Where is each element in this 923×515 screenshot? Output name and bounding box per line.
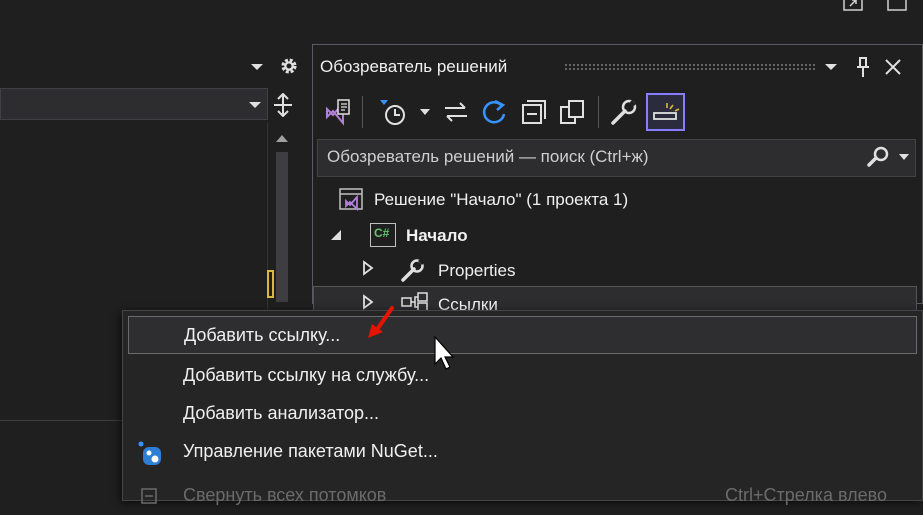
pending-changes-filter-button[interactable]	[376, 94, 408, 130]
close-window-icon[interactable]	[884, 0, 910, 14]
collapse-icon	[141, 488, 157, 504]
menu-item-add-analyzer[interactable]: Добавить анализатор...	[128, 395, 917, 433]
toolbar-separator	[362, 96, 363, 128]
filter-dropdown-chevron-icon[interactable]	[419, 107, 431, 117]
solution-icon	[339, 188, 363, 212]
project-badge: C#	[374, 226, 390, 240]
expanded-triangle-icon[interactable]	[329, 229, 343, 241]
pin-icon[interactable]	[854, 56, 872, 78]
scrollbar-marker	[267, 270, 274, 298]
collapse-all-button[interactable]	[518, 94, 550, 130]
solution-label: Решение "Начало" (1 проекта 1)	[374, 190, 629, 209]
panel-menu-chevron-icon[interactable]	[823, 60, 839, 74]
chevron-down-icon[interactable]	[248, 100, 262, 110]
search-placeholder: Обозреватель решений — поиск (Ctrl+ж)	[327, 147, 649, 166]
menu-item-add-reference[interactable]: Добавить ссылку...	[128, 316, 917, 354]
panel-title: Обозреватель решений	[320, 57, 508, 76]
sync-arrows-icon	[445, 102, 467, 122]
properties-button[interactable]	[608, 94, 640, 130]
csharp-project-icon: C#	[370, 223, 396, 247]
menu-item-shortcut: Ctrl+Стрелка влево	[725, 485, 887, 505]
project-label: Начало	[406, 226, 468, 245]
panel-drag-grip[interactable]	[564, 63, 816, 71]
split-window-icon[interactable]	[272, 93, 294, 117]
gear-icon[interactable]	[278, 55, 300, 77]
search-icon[interactable]	[866, 146, 890, 168]
wrench-icon	[611, 99, 637, 125]
menu-item-collapse-all-descendants: Свернуть всех потомков Ctrl+Стрелка влев…	[128, 477, 917, 515]
tree-item-solution[interactable]: Решение "Начало" (1 проекта 1)	[338, 186, 758, 216]
references-icon	[401, 292, 428, 312]
sync-with-active-document-button[interactable]	[440, 94, 472, 130]
menu-item-label: Свернуть всех потомков	[183, 485, 387, 505]
menu-item-label: Добавить анализатор...	[183, 403, 380, 423]
visual-studio-icon	[326, 99, 350, 126]
refresh-button[interactable]	[478, 94, 510, 130]
mouse-cursor-icon	[434, 336, 455, 370]
collapsed-triangle-icon[interactable]	[362, 260, 374, 276]
refresh-icon	[482, 99, 506, 124]
tree-item-properties[interactable]: Properties	[400, 256, 600, 286]
editor-navigation-dropdown[interactable]	[0, 88, 268, 120]
title-bar	[0, 0, 923, 44]
show-all-files-button[interactable]	[556, 94, 588, 130]
red-arrow-annotation	[368, 306, 394, 338]
menu-item-manage-nuget[interactable]: Управление пакетами NuGet...	[128, 433, 917, 471]
close-panel-icon[interactable]	[884, 58, 902, 76]
preview-selected-items-button[interactable]	[646, 93, 685, 131]
collapse-all-icon	[522, 100, 546, 124]
scrollbar-thumb[interactable]	[276, 152, 288, 302]
scroll-up-arrow-icon[interactable]	[275, 133, 289, 143]
menu-item-label: Добавить ссылку...	[184, 325, 341, 345]
search-options-chevron-icon[interactable]	[898, 153, 910, 161]
menu-item-label: Управление пакетами NuGet...	[183, 441, 438, 461]
properties-label: Properties	[438, 261, 516, 280]
clock-filter-icon	[380, 100, 405, 125]
menu-item-label: Добавить ссылку на службу...	[183, 365, 430, 385]
nuget-icon	[138, 441, 161, 465]
switch-views-button[interactable]	[322, 94, 354, 130]
menu-item-add-service-reference[interactable]: Добавить ссылку на службу...	[128, 357, 917, 395]
wrench-icon	[401, 258, 425, 282]
show-all-files-icon	[560, 100, 584, 124]
tree-item-project[interactable]: C# Начало	[370, 222, 570, 252]
preview-icon	[652, 103, 679, 120]
maximize-icon[interactable]	[840, 0, 866, 14]
dropdown-chevron-icon[interactable]	[249, 61, 265, 73]
toolbar-separator	[598, 96, 599, 128]
